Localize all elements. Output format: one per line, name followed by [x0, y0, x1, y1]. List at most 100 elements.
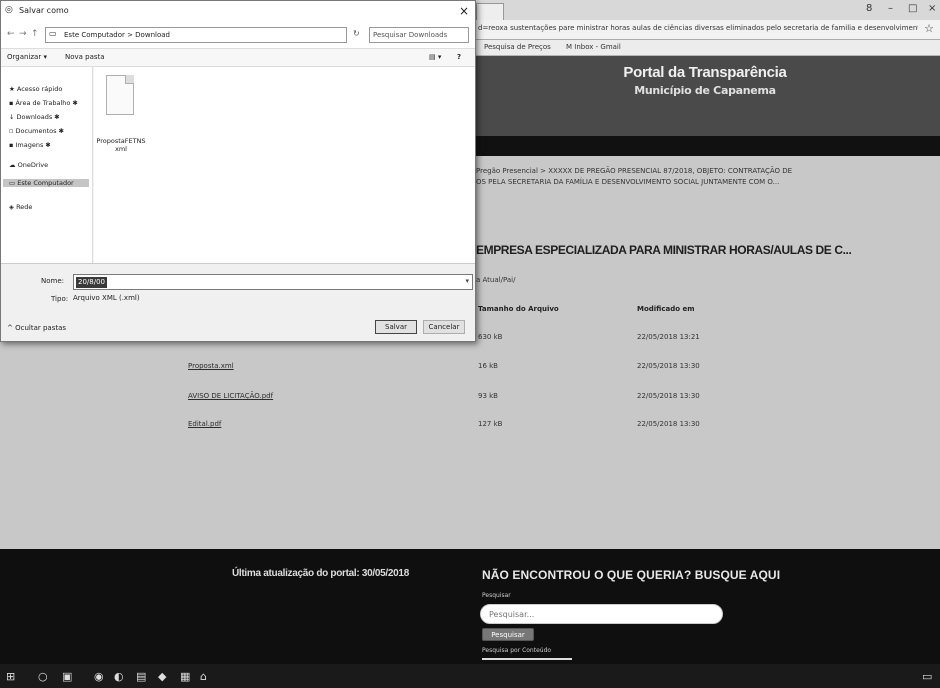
sidebar-item-this-pc[interactable]: ▭ Este Computador: [3, 179, 89, 187]
file-link[interactable]: Edital.pdf: [188, 420, 221, 428]
sidebar-item-label: Este Computador: [17, 179, 74, 187]
save-as-dialog: ◎ Salvar como × ← → ↑ Este Computador > …: [0, 0, 476, 342]
dialog-bottom-panel: Nome: 20/8/00 ▾ Tipo: Arquivo XML (.xml)…: [1, 263, 475, 341]
sidebar-item-label: Imagens: [15, 141, 44, 149]
file-modified: 22/05/2018 13:30: [637, 420, 700, 428]
search-label: Pesquisar: [482, 592, 511, 599]
breadcrumb-line[interactable]: Pregão Presencial > XXXXX DE PREGÃO PRES…: [476, 166, 796, 177]
bookmarks-bar: Pesquisa de Preços M Inbox - Gmail: [470, 40, 940, 56]
sidebar-item-network[interactable]: ◈ Rede: [9, 203, 32, 211]
file-modified: 22/05/2018 13:30: [637, 362, 700, 370]
app-icon[interactable]: ◉: [94, 670, 104, 683]
taskbar: ⊞ ○ ▣ ◉ ◐ ▤ ◆ ▦ ⌂ ▭: [0, 664, 940, 688]
sidebar-item-downloads[interactable]: ↓ Downloads ✱: [9, 113, 60, 121]
file-size: 16 kB: [478, 362, 498, 370]
last-update-text: Última atualização do portal: 30/05/2018: [232, 568, 409, 579]
help-icon[interactable]: ?: [457, 53, 461, 61]
filename-input[interactable]: 20/8/00 ▾: [73, 274, 473, 290]
back-icon[interactable]: ←: [7, 29, 15, 39]
site-footer: [0, 549, 940, 664]
hide-folders-toggle[interactable]: ^ Ocultar pastas: [7, 324, 66, 332]
filetype-select[interactable]: Arquivo XML (.xml): [73, 294, 140, 302]
chrome-icon: ◎: [5, 5, 13, 15]
breadcrumb-line: OS PELA SECRETARIA DA FAMÍLIA E DESENVOL…: [476, 178, 780, 186]
app-icon[interactable]: ◐: [114, 670, 124, 683]
sidebar-item-desktop[interactable]: ▪ Área de Trabalho ✱: [9, 99, 78, 107]
dialog-title: Salvar como: [19, 6, 69, 15]
minimize-icon[interactable]: –: [888, 3, 893, 14]
refresh-icon[interactable]: ↻: [353, 29, 360, 38]
forward-icon[interactable]: →: [19, 29, 27, 39]
path-bar[interactable]: Este Computador > Download: [45, 27, 347, 43]
site-header: Portal da Transparência Município de Cap…: [470, 56, 940, 136]
sidebar-item-label: Rede: [16, 203, 33, 211]
app-icon[interactable]: ◆: [158, 670, 166, 683]
save-button[interactable]: Salvar: [375, 320, 417, 334]
file-link[interactable]: Proposta.xml: [188, 362, 234, 370]
sidebar-item-images[interactable]: ▪ Imagens ✱: [9, 141, 51, 149]
file-modified: 22/05/2018 13:30: [637, 392, 700, 400]
filename-label: Nome:: [41, 277, 65, 285]
app-icon[interactable]: ▤: [136, 670, 146, 683]
search-heading: NÃO ENCONTROU O QUE QUERIA? BUSQUE AQUI: [482, 568, 781, 582]
search-input[interactable]: [480, 604, 723, 624]
chevron-down-icon[interactable]: ▾: [465, 277, 469, 285]
sidebar-item-label: Documentos: [15, 127, 57, 135]
file-size: 630 kB: [478, 333, 503, 341]
start-icon[interactable]: ⊞: [6, 670, 15, 683]
bookmark-gmail[interactable]: M Inbox - Gmail: [566, 43, 621, 51]
file-modified: 22/05/2018 13:21: [637, 333, 700, 341]
notification-icon[interactable]: ▭: [922, 670, 932, 683]
sidebar-item-label: Acesso rápido: [16, 85, 63, 93]
browser-tab[interactable]: [476, 3, 504, 20]
search-downloads-input[interactable]: Pesquisar Downloads: [369, 27, 469, 43]
profile-icon[interactable]: 8: [866, 3, 872, 14]
file-list: PropostaFETNS xml: [94, 67, 475, 263]
view-options-icon[interactable]: ▤ ▾: [429, 53, 441, 61]
search-icon[interactable]: ○: [38, 670, 48, 683]
sidebar-item-label: Downloads: [16, 113, 53, 121]
tab-bar: 8 – □ ×: [470, 0, 940, 20]
close-window-icon[interactable]: ×: [928, 3, 936, 14]
computer-icon: ▭: [49, 29, 57, 38]
site-subtitle: Município de Capanema: [634, 84, 776, 97]
navigation-pane: ★ Acesso rápido ▪ Área de Trabalho ✱ ↓ D…: [1, 67, 93, 263]
bookmark-star-icon[interactable]: ☆: [924, 22, 934, 35]
app-icon[interactable]: ▦: [180, 670, 190, 683]
sidebar-item-quick-access[interactable]: ★ Acesso rápido: [9, 85, 62, 93]
breadcrumb: Pregão Presencial > XXXXX DE PREGÃO PRES…: [476, 166, 796, 188]
organize-button[interactable]: Organizar ▾: [7, 53, 47, 61]
maximize-icon[interactable]: □: [908, 3, 917, 14]
new-folder-button[interactable]: Nova pasta: [65, 53, 105, 61]
divider: [482, 658, 572, 660]
advanced-search-link[interactable]: Pesquisa por Conteúdo: [482, 647, 551, 654]
filetype-label: Tipo:: [51, 295, 69, 303]
dialog-navigation: ← → ↑ Este Computador > Download ▭ ↻ Pes…: [1, 21, 475, 49]
close-icon[interactable]: ×: [459, 4, 469, 18]
bookmark-pesquisa[interactable]: Pesquisa de Preços: [484, 43, 551, 51]
column-header-size: Tamanho do Arquivo: [478, 305, 559, 313]
folder-path[interactable]: a Atual/Pai/: [476, 276, 515, 284]
url-text[interactable]: d=reoxa sustentações pare ministrar hora…: [478, 24, 918, 32]
file-link[interactable]: AVISO DE LICITAÇÃO.pdf: [188, 392, 273, 400]
file-size: 127 kB: [478, 420, 503, 428]
address-bar[interactable]: d=reoxa sustentações pare ministrar hora…: [470, 20, 940, 40]
column-header-modified: Modificado em: [637, 305, 695, 313]
site-title[interactable]: Portal da Transparência: [470, 64, 940, 81]
sidebar-item-label: OneDrive: [17, 161, 49, 169]
cancel-button[interactable]: Cancelar: [423, 320, 465, 334]
site-nav-strip: [470, 136, 940, 156]
sidebar-item-label: Área de Trabalho: [15, 99, 71, 107]
sidebar-item-onedrive[interactable]: ☁ OneDrive: [9, 161, 48, 169]
dialog-toolbar: Organizar ▾ Nova pasta ▤ ▾ ?: [1, 49, 475, 67]
task-view-icon[interactable]: ▣: [62, 670, 72, 683]
app-icon[interactable]: ⌂: [200, 670, 207, 683]
search-button[interactable]: Pesquisar: [482, 628, 534, 641]
filename-value[interactable]: 20/8/00: [76, 277, 107, 288]
dialog-titlebar[interactable]: ◎ Salvar como ×: [1, 1, 475, 21]
file-name[interactable]: PropostaFETNS xml: [96, 137, 146, 153]
up-icon[interactable]: ↑: [31, 29, 39, 39]
sidebar-item-documents[interactable]: ▫ Documentos ✱: [9, 127, 64, 135]
file-size: 93 kB: [478, 392, 498, 400]
file-icon[interactable]: [106, 75, 134, 115]
